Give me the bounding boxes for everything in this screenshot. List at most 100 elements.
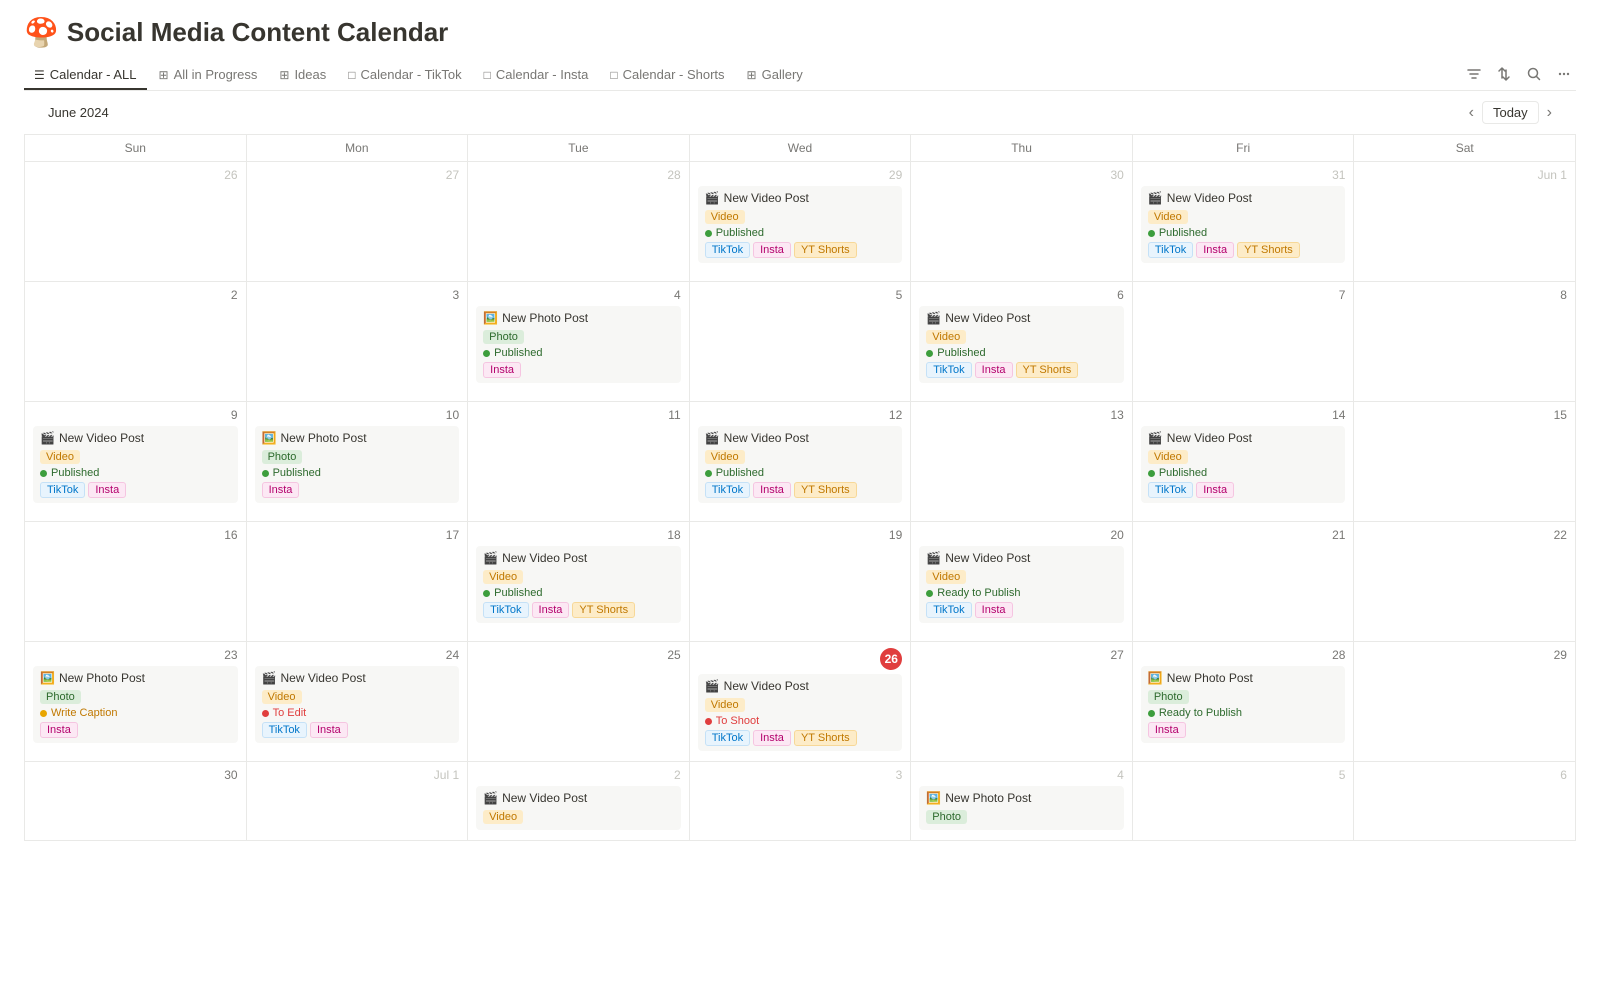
calendar-event[interactable]: 🖼️ New Photo PostPhoto xyxy=(919,786,1124,830)
day-number: 17 xyxy=(255,528,460,542)
calendar-event[interactable]: 🎬 New Video PostVideoPublishedTikTokInst… xyxy=(1141,186,1346,263)
day-number: 21 xyxy=(1141,528,1346,542)
calendar-event[interactable]: 🖼️ New Photo PostPhotoPublishedInsta xyxy=(476,306,681,383)
header-thu: Thu xyxy=(911,135,1133,161)
more-options-button[interactable] xyxy=(1552,62,1576,86)
day-number: 30 xyxy=(33,768,238,782)
status-label: Published xyxy=(494,587,542,599)
event-type-tag: Video xyxy=(262,690,302,704)
tab-calendar-all[interactable]: ☰ Calendar - ALL xyxy=(24,61,147,90)
sort-button[interactable] xyxy=(1492,62,1516,86)
event-status: Published xyxy=(1148,227,1339,239)
tab-calendar-tiktok[interactable]: □ Calendar - TikTok xyxy=(338,61,471,90)
day-number: 31 xyxy=(1141,168,1346,182)
event-title: 🎬 New Video Post xyxy=(926,311,1117,325)
tab-ideas[interactable]: ⊞ Ideas xyxy=(269,61,336,90)
calendar-cell: 20🎬 New Video PostVideoReady to PublishT… xyxy=(911,522,1133,642)
app-title: Social Media Content Calendar xyxy=(67,17,448,48)
day-number: 15 xyxy=(1362,408,1567,422)
platform-tag: Insta xyxy=(310,722,348,738)
calendar-event[interactable]: 🖼️ New Photo PostPhotoWrite CaptionInsta xyxy=(33,666,238,743)
filter-button[interactable] xyxy=(1462,62,1486,86)
calendar-cell: 27 xyxy=(911,642,1133,762)
event-title: 🖼️ New Photo Post xyxy=(926,791,1117,805)
event-status: Ready to Publish xyxy=(926,587,1117,599)
event-emoji: 🖼️ xyxy=(40,671,55,685)
tab-calendar-insta[interactable]: □ Calendar - Insta xyxy=(474,61,599,90)
platform-tag: TikTok xyxy=(1148,482,1193,498)
day-number: 10 xyxy=(255,408,460,422)
calendar-event[interactable]: 🎬 New Video PostVideoPublishedTikTokInst… xyxy=(476,546,681,623)
calendar-event[interactable]: 🖼️ New Photo PostPhotoReady to PublishIn… xyxy=(1141,666,1346,743)
tab-all-in-progress[interactable]: ⊞ All in Progress xyxy=(149,61,268,90)
status-dot xyxy=(1148,710,1155,717)
today-button[interactable]: Today xyxy=(1482,101,1539,124)
platform-tag: Insta xyxy=(1148,722,1186,738)
calendar-event[interactable]: 🎬 New Video PostVideoPublishedTikTokInst… xyxy=(698,426,903,503)
tab-calendar-shorts[interactable]: □ Calendar - Shorts xyxy=(600,61,734,90)
status-dot xyxy=(705,718,712,725)
tab-label-calendar-shorts: Calendar - Shorts xyxy=(623,67,725,82)
status-dot xyxy=(483,590,490,597)
calendar-cell: 8 xyxy=(1354,282,1576,402)
tab-icon-calendar-shorts: □ xyxy=(610,68,617,82)
event-emoji: 🎬 xyxy=(1148,191,1163,205)
platform-tags: Insta xyxy=(483,362,674,378)
calendar-cell: 30 xyxy=(25,762,247,841)
event-type-tag: Video xyxy=(705,698,745,712)
platform-tag: Insta xyxy=(1196,482,1234,498)
calendar-event[interactable]: 🎬 New Video PostVideoTo EditTikTokInsta xyxy=(255,666,460,743)
status-dot xyxy=(705,230,712,237)
calendar-event[interactable]: 🎬 New Video PostVideoPublishedTikTokInst… xyxy=(33,426,238,503)
calendar-cell: 23🖼️ New Photo PostPhotoWrite CaptionIns… xyxy=(25,642,247,762)
calendar-event[interactable]: 🎬 New Video PostVideoReady to PublishTik… xyxy=(919,546,1124,623)
calendar-grid: 26272829🎬 New Video PostVideoPublishedTi… xyxy=(24,161,1576,841)
event-status: Published xyxy=(705,227,896,239)
platform-tags: TikTokInstaYT Shorts xyxy=(705,242,896,258)
calendar-event[interactable]: 🎬 New Video PostVideoTo ShootTikTokInsta… xyxy=(698,674,903,751)
calendar-cell: 29🎬 New Video PostVideoPublishedTikTokIn… xyxy=(690,162,912,282)
status-dot xyxy=(1148,470,1155,477)
calendar-cell: 11 xyxy=(468,402,690,522)
search-button[interactable] xyxy=(1522,62,1546,86)
event-type-tag: Photo xyxy=(262,450,303,464)
day-number: 5 xyxy=(1141,768,1346,782)
status-label: Published xyxy=(51,467,99,479)
calendar-event[interactable]: 🎬 New Video PostVideoPublishedTikTokInst… xyxy=(1141,426,1346,503)
next-month-button[interactable]: › xyxy=(1547,104,1552,122)
tab-icon-calendar-all: ☰ xyxy=(34,68,45,82)
header-tue: Tue xyxy=(468,135,690,161)
calendar-cell: 18🎬 New Video PostVideoPublishedTikTokIn… xyxy=(468,522,690,642)
header-sat: Sat xyxy=(1354,135,1576,161)
status-label: Write Caption xyxy=(51,707,117,719)
day-number: 2 xyxy=(33,288,238,302)
day-number: 23 xyxy=(33,648,238,662)
calendar-cell: 22 xyxy=(1354,522,1576,642)
status-dot xyxy=(1148,230,1155,237)
calendar-event[interactable]: 🎬 New Video PostVideoPublishedTikTokInst… xyxy=(698,186,903,263)
calendar-cell: 5 xyxy=(690,282,912,402)
status-dot xyxy=(483,350,490,357)
event-emoji: 🎬 xyxy=(705,679,720,693)
platform-tags: Insta xyxy=(40,722,231,738)
calendar-cell: 15 xyxy=(1354,402,1576,522)
prev-month-button[interactable]: ‹ xyxy=(1469,104,1474,122)
calendar-cell: 16 xyxy=(25,522,247,642)
status-dot xyxy=(926,350,933,357)
event-type-tag: Video xyxy=(1148,210,1188,224)
tab-icon-calendar-tiktok: □ xyxy=(348,68,355,82)
event-title: 🎬 New Video Post xyxy=(483,551,674,565)
tab-label-all-in-progress: All in Progress xyxy=(174,67,258,82)
calendar-cell: 9🎬 New Video PostVideoPublishedTikTokIns… xyxy=(25,402,247,522)
event-emoji: 🎬 xyxy=(262,671,277,685)
calendar-event[interactable]: 🖼️ New Photo PostPhotoPublishedInsta xyxy=(255,426,460,503)
event-emoji: 🎬 xyxy=(926,311,941,325)
calendar-event[interactable]: 🎬 New Video PostVideo xyxy=(476,786,681,830)
calendar-cell: 28🖼️ New Photo PostPhotoReady to Publish… xyxy=(1133,642,1355,762)
event-status: Published xyxy=(1148,467,1339,479)
calendar-event[interactable]: 🎬 New Video PostVideoPublishedTikTokInst… xyxy=(919,306,1124,383)
platform-tag: Insta xyxy=(753,730,791,746)
tab-gallery[interactable]: ⊞ Gallery xyxy=(737,61,813,90)
event-title: 🎬 New Video Post xyxy=(1148,431,1339,445)
status-dot xyxy=(40,710,47,717)
